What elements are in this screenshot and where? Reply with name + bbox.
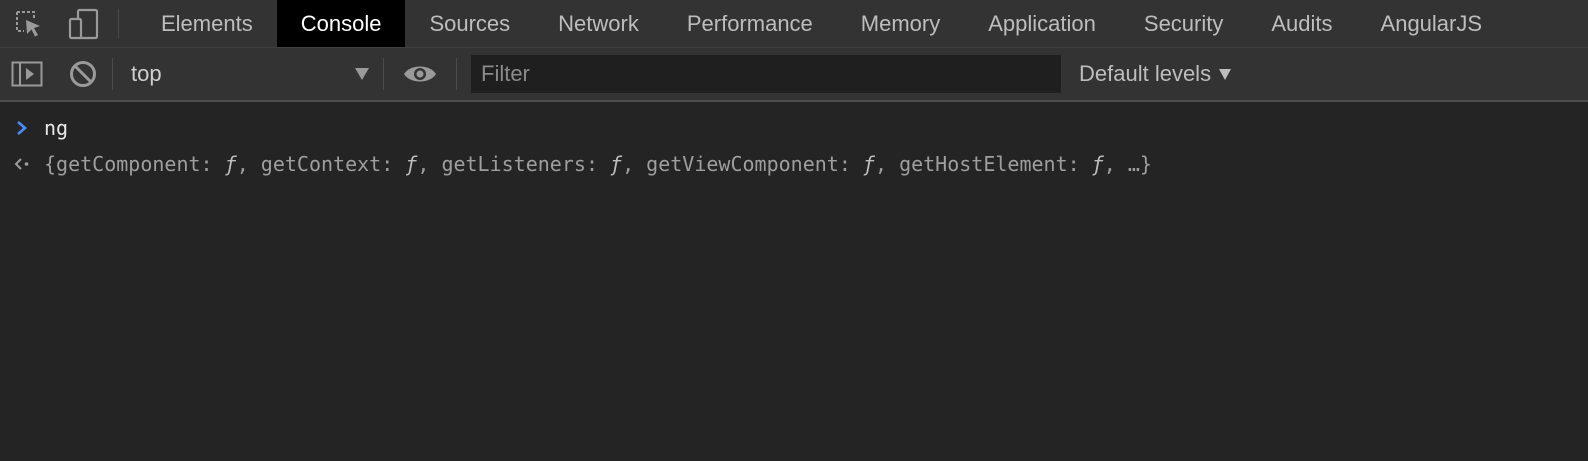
chevron-down-icon — [355, 68, 369, 80]
object-property-value: ƒ — [1091, 152, 1104, 176]
toolbar-divider — [456, 58, 457, 90]
tab-memory[interactable]: Memory — [837, 0, 964, 47]
tab-angularjs[interactable]: AngularJS — [1357, 0, 1507, 47]
object-property-key: getHostElement — [899, 152, 1068, 176]
tab-application[interactable]: Application — [964, 0, 1120, 47]
inspect-element-icon — [16, 10, 40, 36]
tab-audits[interactable]: Audits — [1247, 0, 1356, 47]
log-levels-dropdown[interactable]: Default levels — [1079, 61, 1232, 87]
tab-sources[interactable]: Sources — [405, 0, 534, 47]
toolbar-divider — [118, 9, 119, 38]
console-sidebar-button[interactable] — [0, 48, 54, 100]
object-property-key: getListeners — [441, 152, 586, 176]
device-toolbar-button[interactable] — [58, 0, 110, 47]
object-property-value: ƒ — [862, 152, 875, 176]
tab-console[interactable]: Console — [276, 0, 406, 47]
javascript-context-select[interactable]: top — [113, 48, 383, 100]
tab-network[interactable]: Network — [534, 0, 663, 47]
tab-security[interactable]: Security — [1120, 0, 1247, 47]
create-live-expression-button[interactable] — [384, 48, 456, 100]
console-result-object[interactable]: {getComponent: ƒ, getContext: ƒ, getList… — [44, 152, 1152, 176]
chevron-down-icon — [1219, 68, 1232, 80]
devtools-tab-bar: Elements Console Sources Network Performance… — [0, 0, 1588, 48]
clear-console-icon — [70, 61, 96, 87]
tab-performance[interactable]: Performance — [663, 0, 837, 47]
tab-elements[interactable]: Elements — [137, 0, 277, 47]
object-property-key: getContext — [260, 152, 382, 176]
input-prompt-icon — [0, 120, 44, 136]
console-input-text: ng — [44, 116, 69, 140]
object-property-key: getComponent — [56, 152, 201, 176]
log-levels-label: Default levels — [1079, 61, 1212, 86]
devtools-window: Elements Console Sources Network Performance… — [0, 0, 1588, 461]
object-property-value: ƒ — [610, 152, 623, 176]
object-close-brace: } — [1139, 152, 1152, 176]
device-toolbar-icon — [68, 8, 99, 39]
object-open-brace: { — [44, 152, 57, 176]
object-property-key: getViewComponent — [646, 152, 839, 176]
object-property-value: ƒ — [405, 152, 418, 176]
console-result-line[interactable]: {getComponent: ƒ, getContext: ƒ, getList… — [0, 146, 1588, 182]
console-input-line: ng — [0, 110, 1588, 146]
show-console-sidebar-icon — [11, 61, 43, 87]
eye-icon — [404, 66, 436, 82]
console-toolbar: top Default levels — [0, 48, 1588, 102]
result-arrow-icon — [0, 157, 44, 171]
object-ellipsis: … — [1127, 152, 1140, 176]
console-messages[interactable]: ng {getComponent: ƒ, getContext: ƒ, getL… — [0, 102, 1588, 182]
console-filter-input[interactable] — [471, 55, 1061, 93]
object-property-value: ƒ — [224, 152, 237, 176]
inspect-element-button[interactable] — [0, 0, 58, 47]
clear-console-button[interactable] — [54, 48, 112, 100]
context-value: top — [131, 61, 162, 86]
